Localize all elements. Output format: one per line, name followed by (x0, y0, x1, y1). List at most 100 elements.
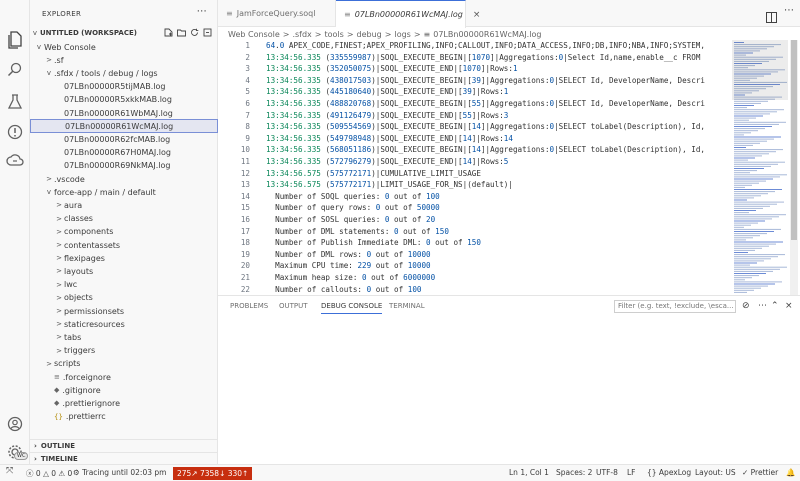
limits-badge[interactable]: 275↗ 7358↓ 330↑ (173, 467, 253, 480)
breadcrumb-item[interactable]: .sfdx (292, 30, 311, 39)
breadcrumb: Web Console > .sfdx > tools > debug > logs > ≡ 07LB… (218, 28, 800, 40)
tree-item[interactable]: ≡ .forceignore (30, 370, 218, 384)
tree-item[interactable]: v .sfdx / tools / debug / logs (30, 66, 218, 80)
workspace-header[interactable]: v UNTITLED (WORKSPACE) (30, 26, 218, 40)
line-number: 2 (245, 52, 250, 62)
chevron-right-icon: > (56, 254, 62, 263)
tree-item[interactable]: > staticresources (30, 317, 218, 331)
tree-item[interactable]: > layouts (30, 264, 218, 278)
errors-indicator[interactable]: ⓧ 0 △ 0 ⚠ 0 (26, 468, 72, 479)
tree-item[interactable]: > scripts (30, 357, 218, 371)
salesforce-cloud-icon[interactable] (5, 150, 25, 170)
tree-item[interactable]: 07LBn00000R5tijMAB.log (30, 80, 218, 94)
tree-item[interactable]: > components (30, 225, 218, 239)
tree-item[interactable]: v Web Console (30, 40, 218, 54)
tab-jamforcequery[interactable]: ≡ JamForceQuery.soql (218, 0, 336, 27)
breadcrumb-item[interactable]: tools (325, 30, 344, 39)
tree-item[interactable]: > lwc (30, 278, 218, 292)
tree-item[interactable]: > tabs (30, 330, 218, 344)
code-line: 13:34:56.335 (352050075)|SOQL_EXECUTE_EN… (266, 64, 518, 73)
code-line: Maximum CPU time: 229 out of 10000 (266, 261, 430, 270)
refresh-icon[interactable] (190, 28, 199, 37)
tab-label: 07LBn00000R61WcMAJ.log (354, 10, 463, 19)
more-actions-icon[interactable]: ⋯ (758, 301, 767, 311)
minimap-line (734, 220, 765, 222)
breadcrumb-item[interactable]: debug (357, 30, 382, 39)
tab-debug-console[interactable]: DEBUG CONSOLE (321, 302, 383, 314)
tree-item[interactable]: > objects (30, 291, 218, 305)
tracing-status[interactable]: ⚙ Tracing until 02:03 pm (73, 468, 166, 477)
line-ending[interactable]: LF (627, 468, 636, 477)
manage-gear-icon[interactable]: WC (5, 442, 29, 462)
close-icon[interactable]: × (473, 10, 481, 20)
tab-output[interactable]: OUTPUT (279, 302, 308, 310)
tree-item[interactable]: ◆ .gitignore (30, 383, 218, 397)
scrollbar-thumb[interactable] (791, 40, 797, 240)
tree-item[interactable]: 07LBn00000R61WbMAJ.log (30, 106, 218, 120)
tree-item[interactable]: {} .prettierrc (30, 410, 218, 424)
minimap-viewport[interactable] (732, 40, 788, 100)
minimap[interactable] (732, 40, 788, 295)
notifications-icon[interactable]: 🔔 (786, 468, 795, 477)
timestamp: 13:34:56.335 (266, 52, 321, 62)
accounts-icon[interactable] (5, 414, 25, 434)
tree-item-label: .prettierignore (62, 398, 121, 408)
cursor-position[interactable]: Ln 1, Col 1 (509, 468, 549, 477)
explorer-icon[interactable] (5, 30, 25, 50)
keyboard-layout[interactable]: Layout: US (695, 468, 736, 477)
tree-item[interactable]: 07LBn00000R62fcMAB.log (30, 132, 218, 146)
prettier-status[interactable]: ✓ Prettier (742, 468, 778, 477)
tree-item[interactable]: 07LBn00000R69NkMAJ.log (30, 159, 218, 173)
indentation[interactable]: Spaces: 2 (556, 468, 592, 477)
line-number: 16 (240, 215, 250, 224)
filter-input[interactable]: Filter (e.g. text, !exclude, \esca... (614, 300, 736, 313)
tree-item[interactable]: 07LBn00000R5xkkMAB.log (30, 93, 218, 107)
code-text: (575772171)|LIMIT_USAGE_FOR_NS|(default)… (320, 180, 513, 190)
tree-item[interactable]: > .sf (30, 53, 218, 67)
maximize-panel-icon[interactable]: ⌃ (771, 301, 779, 311)
problems-icon[interactable] (5, 122, 25, 142)
tree-item-label: 07LBn00000R5tijMAB.log (64, 82, 166, 92)
outline-section[interactable]: › OUTLINE (30, 439, 218, 452)
explorer-title: EXPLORER (42, 10, 82, 18)
tree-item[interactable]: > aura (30, 198, 218, 212)
tree-item[interactable]: 07LBn00000R67H0MAJ.log (30, 146, 218, 160)
collapse-all-icon[interactable] (203, 28, 212, 37)
minimap-line (734, 130, 758, 132)
breadcrumb-item[interactable]: ≡ (424, 30, 431, 39)
tree-item[interactable]: > .vscode (30, 172, 218, 186)
code-line: 13:34:56.335 (488820768)|SOQL_EXECUTE_BE… (266, 99, 705, 108)
new-file-icon[interactable] (164, 28, 173, 37)
tab-problems[interactable]: PROBLEMS (230, 302, 268, 310)
new-folder-icon[interactable] (177, 28, 186, 37)
minimap-line (734, 235, 760, 237)
tree-item[interactable]: > permissionsets (30, 304, 218, 318)
code-line: Number of callouts: 0 out of 100 (266, 285, 421, 294)
more-actions-icon[interactable]: ⋯ (784, 5, 794, 16)
breadcrumb-item[interactable]: 07LBn00000R61WcMAJ.log (433, 30, 541, 39)
vertical-scrollbar[interactable] (790, 40, 798, 295)
tree-item[interactable]: > classes (30, 212, 218, 226)
tree-item[interactable]: ◆ .prettierignore (30, 396, 218, 410)
language-mode[interactable]: {} ApexLog (647, 468, 691, 477)
remote-icon[interactable]: ⤧ (6, 466, 13, 476)
search-icon[interactable] (5, 60, 25, 80)
split-editor-icon[interactable] (766, 8, 777, 27)
tree-item[interactable]: v force-app / main / default (30, 185, 218, 199)
tree-item[interactable]: > flexipages (30, 251, 218, 265)
encoding[interactable]: UTF-8 (596, 468, 618, 477)
tree-item[interactable]: 07LBn00000R61WcMAJ.log (30, 119, 218, 134)
more-actions-icon[interactable]: ⋯ (197, 6, 207, 17)
tree-item[interactable]: > triggers (30, 344, 218, 358)
tab-log-file[interactable]: ≡ 07LBn00000R61WcMAJ.log × (336, 0, 480, 28)
tab-terminal[interactable]: TERMINAL (389, 302, 425, 310)
breadcrumb-item[interactable]: Web Console (228, 30, 280, 39)
minimap-line (734, 126, 772, 127)
close-panel-icon[interactable]: × (785, 301, 793, 311)
clear-console-icon[interactable]: ⊘ (742, 301, 750, 311)
breadcrumb-item[interactable]: logs (394, 30, 410, 39)
testing-flask-icon[interactable] (5, 92, 25, 112)
workspace-actions (164, 28, 212, 37)
tree-item[interactable]: > contentassets (30, 238, 218, 252)
code-editor[interactable]: 1 64.0 APEX_CODE,FINEST;APEX_PROFILING,IN… (218, 40, 732, 295)
